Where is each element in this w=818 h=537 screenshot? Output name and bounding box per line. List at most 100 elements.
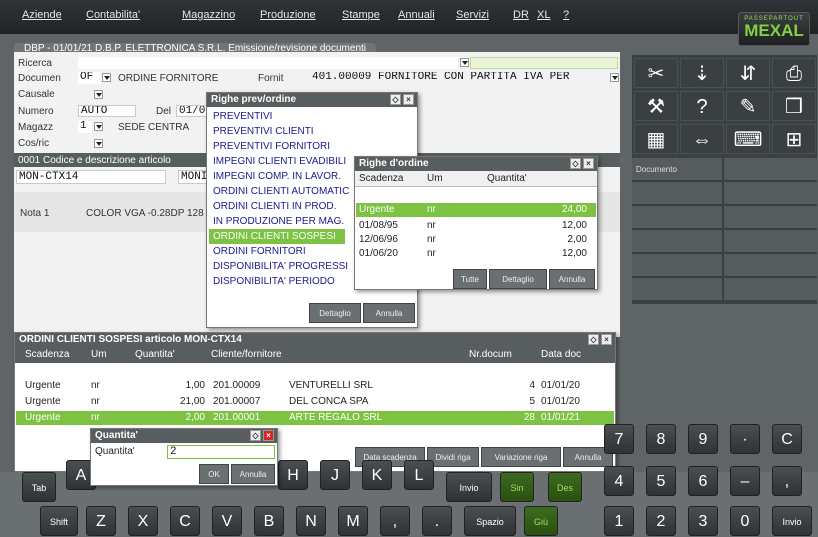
- tutte-button[interactable]: Tutte: [453, 269, 487, 289]
- variazione-riga-button[interactable]: Variazione riga: [481, 447, 561, 467]
- menu-aziende[interactable]: Aziende: [22, 9, 62, 21]
- menu-dr[interactable]: DR: [513, 9, 529, 21]
- row-scadenza[interactable]: Urgente: [25, 395, 61, 409]
- key-giu[interactable]: Giù: [524, 506, 558, 536]
- key-8[interactable]: 8: [646, 424, 676, 454]
- key-4[interactable]: 4: [604, 466, 634, 496]
- chevron-down-icon[interactable]: [94, 90, 103, 99]
- chevron-down-icon[interactable]: [94, 122, 103, 131]
- menu-item-disponibilita-progressiva[interactable]: DISPONIBILITA' PROGRESSI: [213, 259, 348, 274]
- resize-icon[interactable]: ◇: [588, 334, 599, 345]
- key-7[interactable]: 7: [604, 424, 634, 454]
- ricerca-input[interactable]: [78, 57, 458, 69]
- chevron-down-icon[interactable]: [460, 58, 469, 67]
- key-invio[interactable]: Invio: [446, 472, 492, 502]
- menu-item-preventivi-clienti[interactable]: PREVENTIVI CLIENTI: [213, 124, 314, 139]
- scissors-icon[interactable]: ✂: [634, 58, 678, 88]
- resize-icon[interactable]: ◇: [570, 158, 581, 169]
- numero-field[interactable]: AUTO: [78, 105, 136, 117]
- key-c[interactable]: C: [170, 506, 200, 536]
- chevron-down-icon[interactable]: [94, 139, 103, 148]
- key-minus[interactable]: –: [730, 466, 760, 496]
- dettaglio-button[interactable]: Dettaglio: [489, 269, 547, 289]
- key-9[interactable]: 9: [688, 424, 718, 454]
- calculator-icon[interactable]: ▦: [634, 124, 678, 154]
- open-box-icon[interactable]: ❒: [772, 91, 816, 121]
- key-3[interactable]: 3: [688, 506, 718, 536]
- key-dot[interactable]: ·: [730, 424, 760, 454]
- key-h[interactable]: H: [278, 460, 308, 490]
- row-scadenza[interactable]: Urgente: [25, 379, 61, 393]
- key-m[interactable]: M: [338, 506, 368, 536]
- import-icon[interactable]: ⇵: [726, 58, 770, 88]
- key-comma[interactable]: ,: [380, 506, 410, 536]
- wrench-icon[interactable]: ⚒: [634, 91, 678, 121]
- close-icon[interactable]: ×: [263, 430, 274, 441]
- keyboard-icon[interactable]: ⌨: [726, 124, 770, 154]
- row-scadenza[interactable]: 12/06/96: [359, 233, 398, 247]
- menu-item-impegni-clienti[interactable]: IMPEGNI CLIENTI EVADIBILI: [213, 154, 346, 169]
- printer-icon[interactable]: ⎙: [772, 58, 816, 88]
- annulla-button[interactable]: Annulla: [363, 303, 415, 323]
- magazz-field[interactable]: 1: [78, 121, 92, 133]
- annulla-button[interactable]: Annulla: [549, 269, 595, 289]
- menu-servizi[interactable]: Servizi: [456, 9, 489, 21]
- quantita-input[interactable]: 2: [167, 445, 275, 459]
- close-icon[interactable]: ×: [601, 334, 612, 345]
- resize-icon[interactable]: ◇: [390, 94, 401, 105]
- menu-item-preventivi[interactable]: PREVENTIVI: [213, 109, 272, 124]
- row-scadenza[interactable]: 01/08/95: [359, 219, 398, 233]
- documento-button[interactable]: Documento: [632, 158, 722, 180]
- key-clear[interactable]: C: [772, 424, 802, 454]
- menu-item-ordini-automatici[interactable]: ORDINI CLIENTI AUTOMATIC: [213, 184, 349, 199]
- chevron-down-icon[interactable]: [102, 73, 111, 82]
- del-date-field[interactable]: 01/0: [176, 105, 210, 117]
- ok-button[interactable]: OK: [199, 464, 229, 484]
- key-sin[interactable]: Sin: [500, 472, 534, 502]
- edit-icon[interactable]: ✎: [726, 91, 770, 121]
- menu-item-ordini-sospesi[interactable]: ORDINI CLIENTI SOSPESI: [209, 229, 345, 244]
- key-spazio[interactable]: Spazio: [464, 506, 516, 536]
- annulla-button[interactable]: Annulla: [231, 464, 275, 484]
- help-icon[interactable]: ?: [680, 91, 724, 121]
- close-icon[interactable]: ×: [583, 158, 594, 169]
- menu-produzione[interactable]: Produzione: [260, 9, 316, 21]
- article-code-field[interactable]: MON-CTX14: [16, 170, 166, 184]
- dividi-riga-button[interactable]: Dividi riga: [427, 447, 479, 467]
- key-k[interactable]: K: [362, 460, 392, 490]
- key-0[interactable]: 0: [730, 506, 760, 536]
- menu-help[interactable]: ?: [563, 9, 569, 21]
- key-b[interactable]: B: [254, 506, 284, 536]
- key-n[interactable]: N: [296, 506, 326, 536]
- menu-stampe[interactable]: Stampe: [342, 9, 380, 21]
- fit-width-icon[interactable]: ⇔: [680, 124, 724, 154]
- fornitore-field[interactable]: 401.00009 FORNITORE CON PARTITA IVA PER: [310, 72, 612, 84]
- key-6[interactable]: 6: [688, 466, 718, 496]
- key-num-invio[interactable]: Invio: [772, 506, 812, 536]
- key-2[interactable]: 2: [646, 506, 676, 536]
- documen-code-field[interactable]: OF: [78, 72, 100, 84]
- grid-icon[interactable]: ⊞: [772, 124, 816, 154]
- menu-item-ordini-in-prod[interactable]: ORDINI CLIENTI IN PROD.: [213, 199, 336, 214]
- resize-icon[interactable]: ◇: [250, 430, 261, 441]
- key-shift[interactable]: Shift: [40, 506, 78, 536]
- menu-magazzino[interactable]: Magazzino: [182, 9, 235, 21]
- key-des[interactable]: Des: [548, 472, 582, 502]
- key-5[interactable]: 5: [646, 466, 676, 496]
- menu-contabilita[interactable]: Contabilita': [86, 9, 140, 21]
- menu-item-ordini-fornitori[interactable]: ORDINI FORNITORI: [213, 244, 306, 259]
- menu-item-impegni-comp[interactable]: IMPEGNI COMP. IN LAVOR.: [213, 169, 341, 184]
- chevron-down-icon[interactable]: [610, 73, 619, 82]
- menu-item-in-produzione[interactable]: IN PRODUZIONE PER MAG.: [213, 214, 344, 229]
- close-icon[interactable]: ×: [403, 94, 414, 105]
- key-period[interactable]: .: [422, 506, 452, 536]
- dettaglio-button[interactable]: Dettaglio: [309, 303, 361, 323]
- key-j[interactable]: J: [320, 460, 350, 490]
- document-arrow-icon[interactable]: ⇣: [680, 58, 724, 88]
- menu-xl[interactable]: XL: [537, 9, 550, 21]
- row-scadenza[interactable]: 01/06/20: [359, 247, 398, 261]
- key-z[interactable]: Z: [86, 506, 116, 536]
- key-x[interactable]: X: [128, 506, 158, 536]
- key-l[interactable]: L: [404, 460, 434, 490]
- menu-annuali[interactable]: Annuali: [398, 9, 435, 21]
